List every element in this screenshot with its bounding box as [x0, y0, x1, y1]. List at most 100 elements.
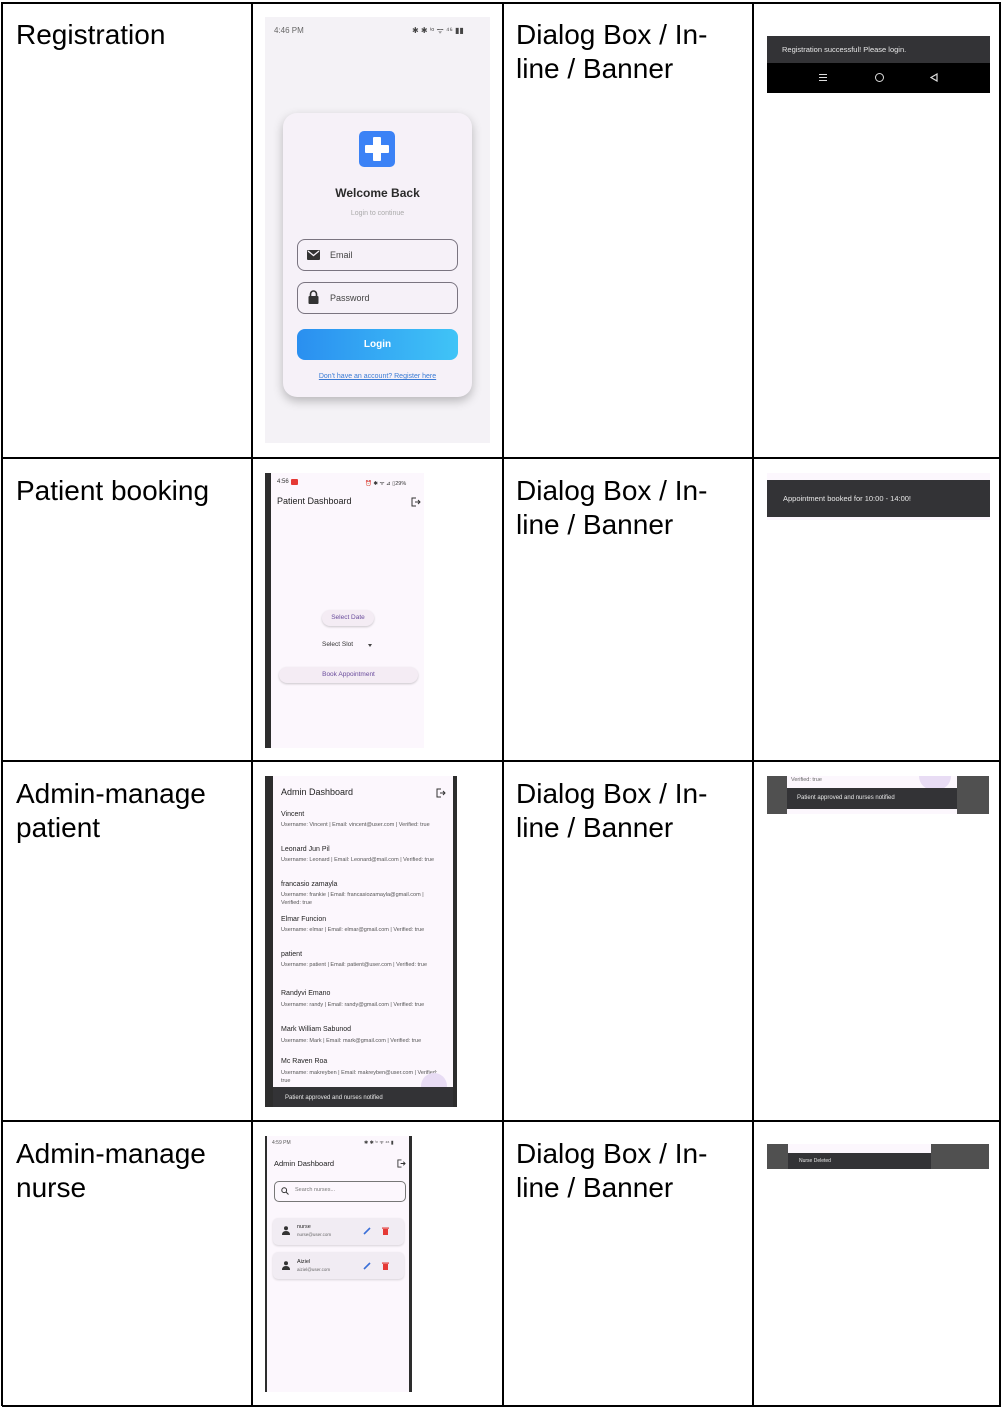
comparison-table: Registration 4:46 PM ✱ ✱ ⁱᵒ ᯤ ⁴⁶ ▮▮ Welc… — [0, 0, 1002, 1407]
page-title: Admin Dashboard — [281, 787, 354, 797]
welcome-subtitle: Login to continue — [350, 210, 405, 217]
patient-approved-snackbar-screenshot: Verified: true Patient approved and nurs… — [767, 776, 989, 814]
patient-name: Mc Raven Roa — [281, 1058, 328, 1065]
logout-icon[interactable] — [411, 497, 421, 507]
login-screenshot: 4:46 PM ✱ ✱ ⁱᵒ ᯤ ⁴⁶ ▮▮ Welcome Back Logi… — [265, 17, 490, 443]
booking-snackbar-screenshot: Appointment booked for 10:00 - 14:00! — [767, 473, 990, 520]
nurse-list-item[interactable]: Aiziel aiziel@user.com — [273, 1252, 404, 1279]
status-time: 4:56 — [277, 479, 289, 485]
feature-line-1: Admin-manage — [16, 778, 206, 809]
screen-edge — [265, 1136, 267, 1392]
password-field[interactable]: Password — [297, 282, 458, 314]
patient-name: Elmar Funcion — [281, 916, 327, 923]
patient-details: Username: frankie | Email: francasiozama… — [281, 892, 424, 906]
patient-details: Username: Leonard | Email: Leonard@mail.… — [281, 857, 435, 863]
patient-details: Username: makreyben | Email: makreyben@u… — [281, 1070, 438, 1084]
feature-line-2: patient — [16, 812, 101, 843]
page-title: Admin Dashboard — [274, 1159, 335, 1168]
admin-nurses-screenshot: 4:59 PM ✱ ✱ ⁱᵒ ᯤ ⁴⁶ ▮ Admin Dashboard Se… — [265, 1136, 412, 1392]
feedback-type-line-1: Dialog Box / In- — [516, 475, 708, 506]
page-title: Patient Dashboard — [277, 496, 352, 506]
status-icons: ✱ ✱ ⁱᵒ ᯤ ⁴⁶ ▮ — [364, 1140, 394, 1146]
table-border-top — [2, 2, 1001, 4]
login-card: Welcome Back Login to continue Email Pas… — [283, 113, 472, 397]
select-date-button[interactable]: Select Date — [322, 610, 374, 626]
feedback-type-line-2: line / Banner — [516, 509, 674, 540]
status-icons: ⏰ ✱ ᯤ ⊿ ▯29% — [365, 481, 407, 487]
patient-details: Username: patient | Email: patient@user.… — [281, 962, 428, 968]
feedback-type-cell: Dialog Box / In- line / Banner — [516, 777, 707, 845]
feedback-type-line-2: line / Banner — [516, 1172, 674, 1203]
feedback-type-line-1: Dialog Box / In- — [516, 1138, 708, 1169]
nurse-name: nurse — [297, 1224, 311, 1230]
logout-icon[interactable] — [436, 788, 446, 798]
select-slot-dropdown[interactable]: Select Slot — [322, 641, 353, 648]
snackbar-message: Registration successful! Please login. — [767, 36, 990, 63]
nurse-list-item[interactable]: nurse nurse@user.com — [273, 1218, 404, 1245]
delete-trash-icon[interactable] — [382, 1227, 389, 1235]
feature-cell: Patient booking — [16, 475, 210, 506]
android-nav-bar — [767, 63, 990, 93]
medical-cross-icon — [359, 131, 395, 167]
edit-pencil-icon[interactable] — [363, 1227, 371, 1235]
nurse-email: nurse@user.com — [297, 1232, 332, 1237]
feature-cell: Admin-manage nurse — [16, 1137, 206, 1205]
patient-details: Username: Vincent | Email: vincent@user.… — [281, 822, 430, 828]
patient-name: patient — [281, 951, 303, 958]
screen-edge — [767, 776, 787, 814]
search-input[interactable]: Search nurses... — [274, 1181, 406, 1202]
edit-pencil-icon[interactable] — [363, 1262, 371, 1270]
verified-text: Verified: true — [791, 777, 822, 783]
welcome-title: Welcome Back — [335, 186, 420, 200]
home-icon[interactable] — [875, 73, 884, 82]
screen-edge — [409, 1136, 412, 1392]
logout-icon[interactable] — [397, 1159, 406, 1168]
snackbar-message: Nurse Deleted — [788, 1153, 931, 1169]
admin-patients-screenshot: Admin Dashboard Vincent Username: Vincen… — [265, 776, 457, 1107]
screen-edge — [265, 473, 271, 748]
table-divider-1 — [251, 2, 253, 1406]
search-icon — [281, 1187, 289, 1195]
feedback-type-line-2: line / Banner — [516, 53, 674, 84]
email-field[interactable]: Email — [297, 239, 458, 271]
delete-trash-icon[interactable] — [382, 1262, 389, 1270]
registration-snackbar-screenshot: Registration successful! Please login. — [767, 17, 990, 93]
feedback-type-cell: Dialog Box / In- line / Banner — [516, 1137, 707, 1205]
screen-edge — [453, 776, 457, 1107]
person-icon — [282, 1226, 290, 1235]
login-button[interactable]: Login — [297, 329, 458, 360]
notification-badge-icon — [291, 479, 298, 485]
screen-edge — [767, 1144, 788, 1169]
status-time: 4:46 PM — [274, 26, 304, 35]
envelope-icon — [307, 250, 320, 260]
feedback-type-line-2: line / Banner — [516, 812, 674, 843]
table-divider-3 — [752, 2, 754, 1406]
table-border-right — [999, 2, 1001, 1406]
book-appointment-button[interactable]: Book Appointment — [279, 667, 418, 683]
patient-name: Mark William Sabunod — [281, 1026, 352, 1033]
snackbar-message: Patient approved and nurses notified — [787, 788, 957, 809]
menu-icon[interactable] — [819, 74, 827, 81]
patient-name: Randyvi Emano — [281, 990, 331, 997]
register-link[interactable]: Don't have an account? Register here — [283, 373, 472, 380]
row-divider-1 — [2, 457, 1001, 459]
feature-cell: Admin-manage patient — [16, 777, 206, 845]
lock-icon — [308, 290, 319, 304]
search-placeholder: Search nurses... — [295, 1187, 336, 1193]
feedback-type-line-1: Dialog Box / In- — [516, 19, 708, 50]
chevron-down-icon[interactable] — [368, 644, 372, 647]
screen-edge — [957, 776, 989, 814]
feature-line-1: Admin-manage — [16, 1138, 206, 1169]
snackbar-message: Patient approved and nurses notified — [273, 1087, 453, 1107]
patient-name: Leonard Jun Pil — [281, 846, 330, 853]
screen-edge — [265, 776, 273, 1107]
email-label: Email — [330, 250, 353, 260]
feedback-type-line-1: Dialog Box / In- — [516, 778, 708, 809]
feedback-type-cell: Dialog Box / In- line / Banner — [516, 18, 707, 86]
back-icon[interactable] — [930, 73, 938, 82]
table-border-left — [1, 2, 3, 1406]
patient-dashboard-screenshot: 4:56 ⏰ ✱ ᯤ ⊿ ▯29% Patient Dashboard Sele… — [265, 473, 424, 748]
row-divider-3 — [2, 1120, 1001, 1122]
patient-name: Vincent — [281, 811, 305, 818]
nurse-email: aiziel@user.com — [297, 1267, 331, 1272]
